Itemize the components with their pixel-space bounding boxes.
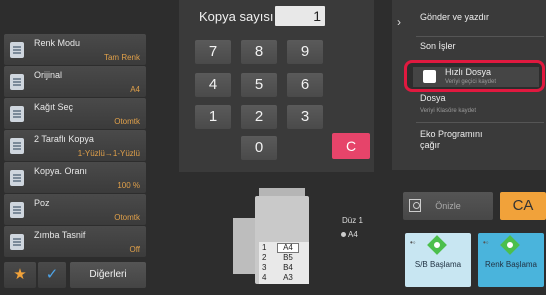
start-color-button[interactable]: •◦ Renk Başlama [478, 233, 544, 287]
check-icon: ✓ [45, 266, 59, 283]
favorite-star-button[interactable]: ★ [4, 262, 36, 288]
tray-number: 3 [262, 263, 267, 272]
others-button[interactable]: Diğerleri [70, 262, 146, 288]
function-title: Renk Modu [34, 38, 81, 48]
key-0[interactable]: 0 [241, 136, 277, 160]
tray-number: 2 [262, 253, 267, 262]
function-title: 2 Taraflı Kopya [34, 134, 94, 144]
function-title: Orijinal [34, 70, 63, 80]
key-2[interactable]: 2 [241, 105, 277, 129]
copy-screen: Renk Modu Tam Renk Orijinal A4 Kağıt Seç… [0, 0, 546, 295]
tray-box: 1 A4 2 B5 3 B4 4 A3 [259, 242, 309, 284]
clear-button[interactable]: C [332, 133, 370, 159]
dots-icon: •◦ [410, 238, 416, 247]
tray-number: 1 [262, 243, 267, 252]
star-icon: ★ [13, 266, 27, 283]
start-bw-button[interactable]: •◦ S/B Başlama [405, 233, 471, 287]
function-exposure[interactable]: Poz Otomtk [4, 194, 146, 225]
finisher-unit [233, 218, 255, 274]
exposure-icon [10, 202, 24, 218]
copies-field[interactable]: 1 [275, 6, 325, 26]
function-list: Renk Modu Tam Renk Orijinal A4 Kağıt Seç… [4, 34, 146, 258]
machine-diagram: 1 A4 2 B5 3 B4 4 A3 [225, 188, 325, 286]
file-action[interactable]: Dosya [420, 93, 446, 104]
bypass-size-text: A4 [348, 230, 358, 239]
tray-dot-icon [341, 232, 346, 237]
clear-all-button[interactable]: CA [500, 192, 546, 220]
key-4[interactable]: 4 [195, 73, 231, 97]
dots-icon: •◦ [483, 238, 489, 247]
function-title: Kopya. Oranı [34, 166, 88, 176]
keypad-panel: Kopya sayısı 1 7 8 9 4 5 6 1 2 3 0 C [179, 0, 374, 172]
bottom-bar: ★ ✓ Diğerleri [4, 262, 146, 288]
function-original[interactable]: Orijinal A4 [4, 66, 146, 97]
key-6[interactable]: 6 [287, 73, 323, 97]
original-icon [10, 74, 24, 90]
function-value: 100 % [117, 181, 140, 190]
tray-size: B4 [283, 263, 293, 272]
key-1[interactable]: 1 [195, 105, 231, 129]
function-color-mode[interactable]: Renk Modu Tam Renk [4, 34, 146, 65]
function-paper-select[interactable]: Kağıt Seç Otomtk [4, 98, 146, 129]
tray-2[interactable]: 2 B5 [259, 253, 309, 263]
function-value: Off [129, 245, 140, 254]
start-icon [500, 235, 520, 255]
function-value: Otomtk [114, 117, 140, 126]
preview-label: Önizle [435, 201, 461, 211]
quick-file-checkbox[interactable] [423, 70, 436, 83]
function-value: A4 [130, 85, 140, 94]
function-value: Tam Renk [103, 53, 140, 62]
copies-label: Kopya sayısı [199, 9, 274, 24]
chevron-right-icon[interactable]: › [397, 15, 401, 29]
function-title: Kağıt Seç [34, 102, 74, 112]
tray-size: A3 [283, 273, 293, 282]
function-value: Otomtk [114, 213, 140, 222]
divider [416, 36, 544, 37]
quick-file-highlight[interactable]: Hızlı Dosya Veriyi geçici kaydet [404, 60, 545, 92]
start-bw-label: S/B Başlama [414, 260, 462, 269]
preview-button[interactable]: Önizle [403, 192, 493, 220]
key-9[interactable]: 9 [287, 40, 323, 64]
tray-size: B5 [283, 253, 293, 262]
function-title: Poz [34, 198, 50, 208]
tray-3[interactable]: 3 B4 [259, 263, 309, 273]
staple-icon [10, 234, 24, 250]
ratio-icon [10, 170, 24, 186]
tray-4[interactable]: 4 A3 [259, 273, 309, 283]
send-print-action[interactable]: Gönder ve yazdır [420, 12, 490, 23]
start-icon [427, 235, 447, 255]
divider [416, 122, 544, 123]
quick-file-sub: Veriyi geçici kaydet [445, 79, 497, 85]
check-button[interactable]: ✓ [38, 262, 66, 288]
function-title: Zımba Tasnif [34, 230, 86, 240]
function-duplex[interactable]: 2 Taraflı Kopya 1-Yüzlü→1-Yüzlü [4, 130, 146, 161]
bypass-tray-label: Düz 1 [342, 216, 363, 225]
function-staple[interactable]: Zımba Tasnif Off [4, 226, 146, 257]
bypass-tray-size[interactable]: A4 [341, 230, 358, 239]
tray-size: A4 [277, 243, 299, 253]
key-5[interactable]: 5 [241, 73, 277, 97]
key-8[interactable]: 8 [241, 40, 277, 64]
tray-1[interactable]: 1 A4 [259, 243, 309, 253]
duplex-icon [10, 138, 24, 154]
start-color-label: Renk Başlama [484, 260, 538, 269]
tray-number: 4 [262, 273, 267, 282]
saved-jobs-action[interactable]: Son İşler [420, 41, 456, 52]
key-7[interactable]: 7 [195, 40, 231, 64]
function-value: 1-Yüzlü→1-Yüzlü [77, 149, 140, 158]
eco-program-action[interactable]: Eko Programını çağır [420, 129, 500, 151]
color-mode-icon [10, 42, 24, 58]
paper-select-icon [10, 106, 24, 122]
key-3[interactable]: 3 [287, 105, 323, 129]
quick-file-label: Hızlı Dosya [445, 67, 492, 77]
function-ratio[interactable]: Kopya. Oranı 100 % [4, 162, 146, 193]
file-action-sub: Veriyi Klasöre kaydet [420, 108, 477, 114]
quick-file-item[interactable]: Hızlı Dosya Veriyi geçici kaydet [413, 67, 539, 87]
